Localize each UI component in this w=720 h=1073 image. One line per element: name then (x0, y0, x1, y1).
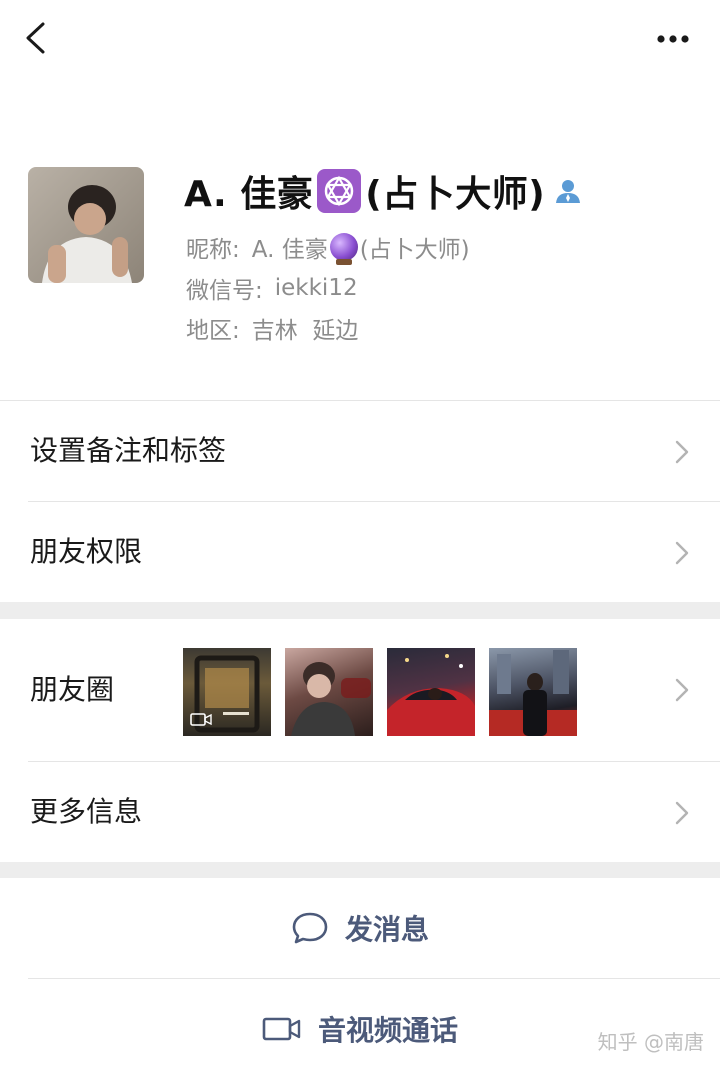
watermark: 知乎 @南唐 (597, 1030, 704, 1054)
contact-person-icon (556, 180, 581, 203)
wechat-id-label: 微信号: (186, 278, 263, 304)
moments-thumbnails (183, 648, 577, 736)
chevron-right-icon (675, 801, 689, 825)
region-value: 吉林 延边 (251, 318, 359, 344)
avatar[interactable] (28, 167, 144, 283)
nickname-suffix: (占卜大师) (359, 237, 470, 263)
avatar-photo (28, 167, 144, 283)
video-camera-icon (262, 1017, 301, 1041)
moments-section: 朋友圈 更多信息 (0, 619, 720, 862)
region-line: 地区: 吉林 延边 (186, 311, 358, 345)
more-options-button[interactable] (648, 22, 698, 56)
moments-thumbnail[interactable] (183, 648, 271, 736)
more-info-row[interactable]: 更多信息 (0, 762, 720, 862)
chevron-right-icon (675, 678, 689, 702)
profile-header: A. 佳豪 (占卜大师) 昵称: A. 佳豪 (占卜大师) 微信号: iekki… (0, 80, 720, 400)
more-info-label: 更多信息 (30, 795, 143, 828)
display-name-suffix: (占卜大师) (365, 174, 546, 215)
wechat-id-value: iekki12 (274, 275, 358, 301)
wechat-id-line: 微信号: iekki12 (186, 271, 358, 305)
top-navigation-bar (0, 0, 720, 80)
more-dots-icon (657, 35, 689, 43)
remark-tags-label: 设置备注和标签 (30, 434, 227, 467)
video-camera-icon (190, 713, 212, 726)
send-message-label: 发消息 (344, 913, 429, 946)
display-name-prefix: A. 佳豪 (184, 174, 314, 215)
chevron-right-icon (675, 541, 689, 565)
moments-row[interactable]: 朋友圈 (0, 619, 720, 761)
send-message-button[interactable]: 发消息 (0, 878, 720, 978)
video-call-label: 音视频通话 (317, 1014, 458, 1047)
crystal-ball-emoji-icon (329, 233, 358, 265)
moments-thumbnail[interactable] (387, 648, 475, 736)
nickname-prefix: A. 佳豪 (251, 237, 328, 263)
region-label: 地区: (186, 318, 240, 344)
chat-bubble-icon (292, 912, 328, 944)
friend-permissions-label: 朋友权限 (30, 535, 143, 568)
friend-permissions-row[interactable]: 朋友权限 (0, 502, 720, 602)
six-pointed-star-emoji-icon (317, 169, 362, 213)
moments-thumbnail[interactable] (489, 648, 577, 736)
remark-tags-row[interactable]: 设置备注和标签 (0, 401, 720, 501)
moments-thumbnail[interactable] (285, 648, 373, 736)
chevron-left-icon (26, 22, 45, 54)
chevron-right-icon (675, 440, 689, 464)
nickname-label: 昵称: (186, 237, 240, 263)
nickname-line: 昵称: A. 佳豪 (占卜大师) (186, 230, 470, 265)
back-button[interactable] (18, 18, 58, 58)
display-name: A. 佳豪 (占卜大师) (184, 166, 583, 216)
settings-section: 设置备注和标签 朋友权限 (0, 400, 720, 602)
moments-label: 朋友圈 (30, 673, 115, 706)
